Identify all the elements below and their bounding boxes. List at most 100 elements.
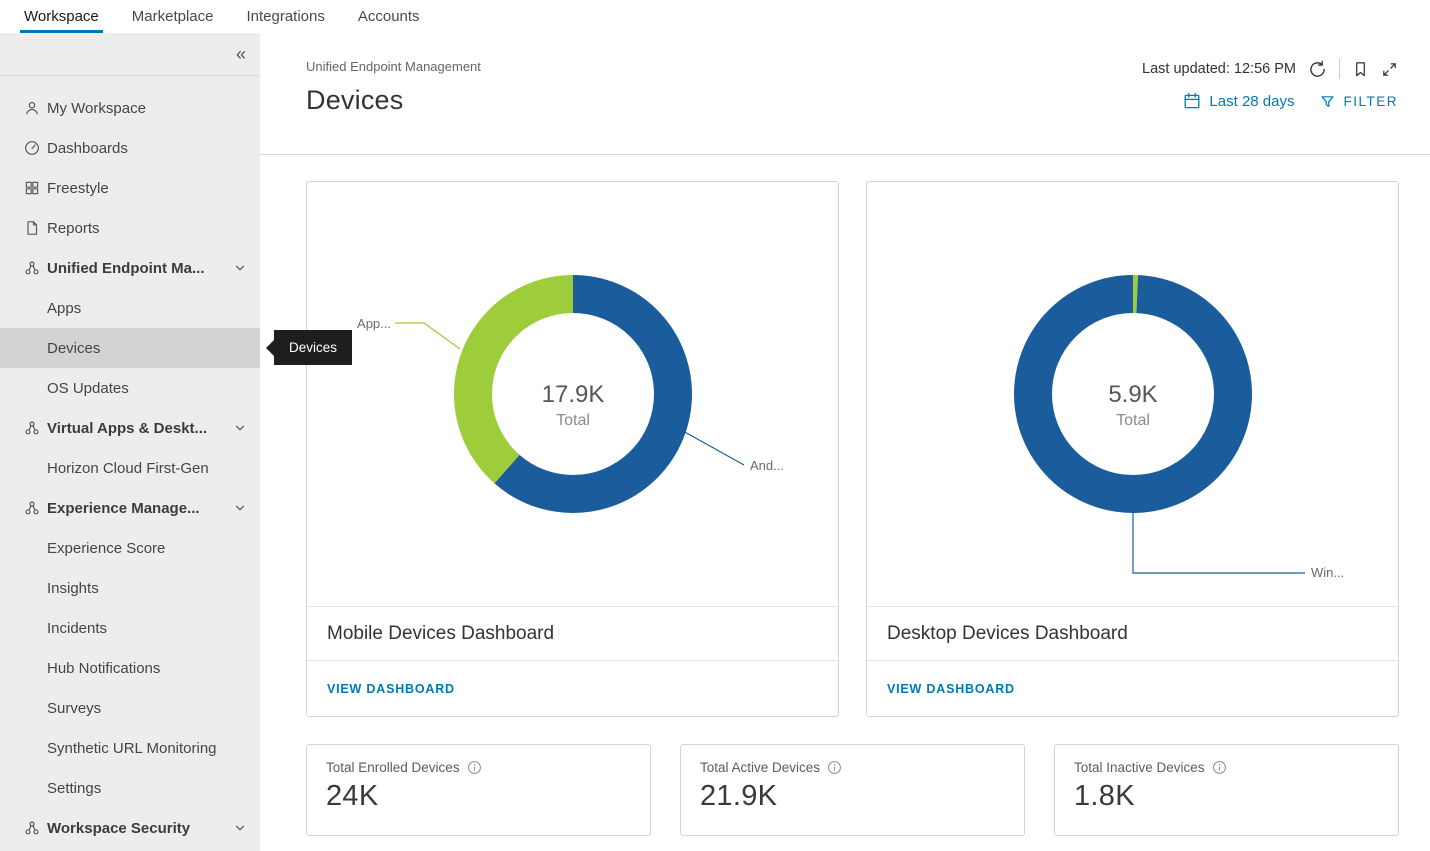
header-filters: Last 28 days FILTER xyxy=(1183,92,1398,110)
desktop-devices-donut-chart: Win... 5.9K Total xyxy=(867,182,1398,606)
sidebar-item-unified-endpoint-management[interactable]: Unified Endpoint Ma... xyxy=(0,248,260,288)
sidebar-item-incidents[interactable]: Incidents xyxy=(0,608,260,648)
org-nodes-icon xyxy=(24,420,40,436)
kpi-label: Total Inactive Devices xyxy=(1074,760,1205,775)
kpi-card-total-enrolled-devices: Total Enrolled Devices 24K xyxy=(306,744,651,836)
sidebar-item-label: Dashboards xyxy=(47,140,128,157)
kpi-value: 24K xyxy=(326,780,631,813)
header-divider xyxy=(1339,59,1340,79)
leader-line-windows xyxy=(1133,513,1305,573)
sidebar-item-apps[interactable]: Apps xyxy=(0,288,260,328)
sidebar-item-reports[interactable]: Reports xyxy=(0,208,260,248)
chevron-down-icon[interactable] xyxy=(234,422,246,434)
sidebar-item-settings[interactable]: Settings xyxy=(0,768,260,808)
bookmark-icon[interactable] xyxy=(1352,61,1369,78)
sidebar-item-hub-notifications[interactable]: Hub Notifications xyxy=(0,648,260,688)
org-nodes-icon xyxy=(24,500,40,516)
sidebar-item-freestyle[interactable]: Freestyle xyxy=(0,168,260,208)
slice-label-android: And... xyxy=(750,458,784,473)
kpi-header: Total Inactive Devices xyxy=(1074,760,1379,775)
page-header: Unified Endpoint Management Devices Last… xyxy=(260,33,1430,155)
collapse-sidebar-icon[interactable]: « xyxy=(236,45,246,63)
donut-total-value: 5.9K xyxy=(1108,381,1157,408)
nav-tab-accounts[interactable]: Accounts xyxy=(358,0,420,33)
chevron-down-icon[interactable] xyxy=(234,822,246,834)
kpi-value: 1.8K xyxy=(1074,780,1379,813)
date-range-button[interactable]: Last 28 days xyxy=(1183,92,1294,110)
sidebar-item-experience-score[interactable]: Experience Score xyxy=(0,528,260,568)
mobile-devices-donut-chart: App... And... 17.9K Total xyxy=(307,182,838,606)
sidebar-item-label: OS Updates xyxy=(47,380,129,397)
sidebar-item-synthetic-url-monitoring[interactable]: Synthetic URL Monitoring xyxy=(0,728,260,768)
header-actions: Last updated: 12:56 PM xyxy=(1142,59,1398,79)
page-title: Devices xyxy=(306,85,481,116)
nav-tab-workspace[interactable]: Workspace xyxy=(24,0,99,33)
sidebar-nav: My Workspace Dashboards Freestyle Report… xyxy=(0,76,260,848)
card-title: Mobile Devices Dashboard xyxy=(327,623,554,645)
sidebar-item-label: Hub Notifications xyxy=(47,660,160,677)
sidebar-item-dashboards[interactable]: Dashboards xyxy=(0,128,260,168)
leader-line-android xyxy=(683,431,744,465)
sidebar-item-my-workspace[interactable]: My Workspace xyxy=(0,88,260,128)
desktop-devices-card: Win... 5.9K Total Desktop Devices Dashbo… xyxy=(866,181,1399,717)
mobile-devices-chart-area: App... And... 17.9K Total xyxy=(307,182,838,607)
expand-icon[interactable] xyxy=(1381,61,1398,78)
kpi-value: 21.9K xyxy=(700,780,1005,813)
tooltip-text: Devices xyxy=(289,340,337,355)
report-document-icon xyxy=(24,220,40,236)
desktop-devices-chart-area: Win... 5.9K Total xyxy=(867,182,1398,607)
sidebar-item-label: Experience Manage... xyxy=(47,500,200,517)
sidebar-item-devices[interactable]: Devices xyxy=(0,328,260,368)
devices-tooltip: Devices xyxy=(274,330,352,365)
dashboard-cards-row: App... And... 17.9K Total Mobile Devices… xyxy=(306,181,1400,717)
header-left: Unified Endpoint Management Devices xyxy=(306,59,481,154)
sidebar-item-label: Incidents xyxy=(47,620,107,637)
last-updated-text: Last updated: 12:56 PM xyxy=(1142,61,1296,77)
sidebar-item-os-updates[interactable]: OS Updates xyxy=(0,368,260,408)
breadcrumb: Unified Endpoint Management xyxy=(306,59,481,74)
chevron-down-icon[interactable] xyxy=(234,502,246,514)
header-right: Last updated: 12:56 PM Last 28 days xyxy=(1142,59,1398,154)
card-title: Desktop Devices Dashboard xyxy=(887,623,1128,645)
sidebar-item-label: Experience Score xyxy=(47,540,165,557)
body-row: « My Workspace Dashboards Freestyle xyxy=(0,33,1430,851)
sidebar-item-label: Unified Endpoint Ma... xyxy=(47,260,205,277)
slice-label-apple: App... xyxy=(357,316,391,331)
sidebar-item-virtual-apps-desktops[interactable]: Virtual Apps & Deskt... xyxy=(0,408,260,448)
freestyle-icon xyxy=(24,180,40,196)
main-area: Unified Endpoint Management Devices Last… xyxy=(260,33,1430,851)
card-title-row: Desktop Devices Dashboard xyxy=(867,607,1398,661)
kpi-row: Total Enrolled Devices 24K Total Active … xyxy=(306,744,1400,836)
view-dashboard-link[interactable]: VIEW DASHBOARD xyxy=(327,682,455,696)
donut-total-value: 17.9K xyxy=(542,381,605,408)
filter-button[interactable]: FILTER xyxy=(1320,94,1398,109)
nav-tab-integrations[interactable]: Integrations xyxy=(246,0,324,33)
top-nav: Workspace Marketplace Integrations Accou… xyxy=(0,0,1430,33)
filter-label: FILTER xyxy=(1343,94,1398,109)
sidebar-item-label: Horizon Cloud First-Gen xyxy=(47,460,209,477)
sidebar-item-insights[interactable]: Insights xyxy=(0,568,260,608)
sidebar-item-label: Reports xyxy=(47,220,100,237)
sidebar-item-experience-management[interactable]: Experience Manage... xyxy=(0,488,260,528)
nav-tab-marketplace[interactable]: Marketplace xyxy=(132,0,214,33)
info-icon[interactable] xyxy=(827,760,842,775)
sidebar-item-horizon-cloud-first-gen[interactable]: Horizon Cloud First-Gen xyxy=(0,448,260,488)
sidebar-item-label: Devices xyxy=(47,340,100,357)
info-icon[interactable] xyxy=(1212,760,1227,775)
kpi-header: Total Active Devices xyxy=(700,760,1005,775)
sidebar-item-label: Workspace Security xyxy=(47,820,190,837)
view-dashboard-link[interactable]: VIEW DASHBOARD xyxy=(887,682,1015,696)
sidebar-item-label: Synthetic URL Monitoring xyxy=(47,740,217,757)
leader-line-apple xyxy=(395,323,460,349)
sidebar-item-surveys[interactable]: Surveys xyxy=(0,688,260,728)
donut-total-label: Total xyxy=(1116,412,1150,429)
sidebar: « My Workspace Dashboards Freestyle xyxy=(0,33,260,851)
kpi-card-total-inactive-devices: Total Inactive Devices 1.8K xyxy=(1054,744,1399,836)
chevron-down-icon[interactable] xyxy=(234,262,246,274)
info-icon[interactable] xyxy=(467,760,482,775)
card-link-row: VIEW DASHBOARD xyxy=(867,661,1398,716)
refresh-icon[interactable] xyxy=(1308,60,1327,79)
kpi-header: Total Enrolled Devices xyxy=(326,760,631,775)
kpi-label: Total Active Devices xyxy=(700,760,820,775)
sidebar-item-workspace-security[interactable]: Workspace Security xyxy=(0,808,260,848)
